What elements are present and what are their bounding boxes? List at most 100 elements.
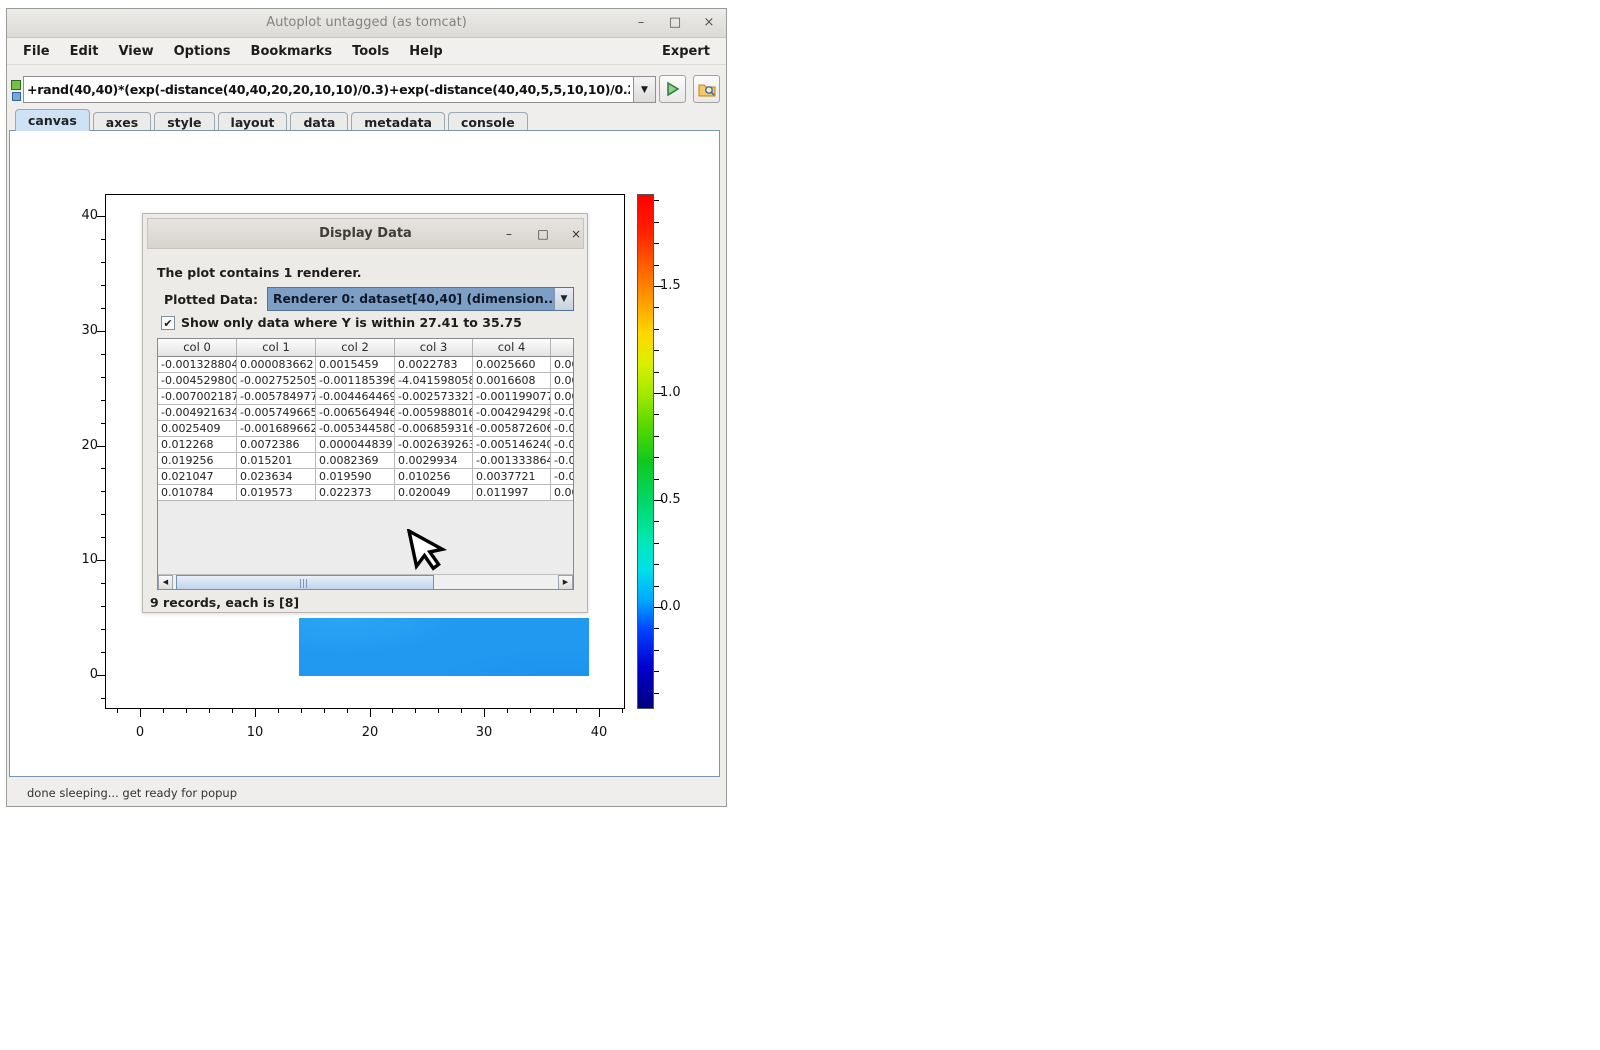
colorbar-tick <box>654 414 659 415</box>
uri-dropdown-icon[interactable]: ▼ <box>634 76 656 103</box>
table-header-col 2[interactable]: col 2 <box>316 339 395 356</box>
table-cell: -0.002573321... <box>395 389 473 404</box>
y-tick <box>101 400 105 401</box>
tab-data[interactable]: data <box>290 112 348 131</box>
table-cell: 0.015201 <box>237 453 316 468</box>
table-cell: -0.004921634... <box>158 405 237 420</box>
table-cell: -0.001185396... <box>316 373 395 388</box>
menu-tools[interactable]: Tools <box>342 42 399 61</box>
menu-file[interactable]: File <box>13 42 60 61</box>
table-cell: 0.0016608 <box>473 373 551 388</box>
y-axis-label: 10 <box>62 552 98 568</box>
menu-edit[interactable]: Edit <box>60 42 109 61</box>
menu-options[interactable]: Options <box>164 42 241 61</box>
dialog-close-icon[interactable]: × <box>567 225 585 243</box>
table-row[interactable]: 0.0210470.0236340.0195900.0102560.003772… <box>158 469 573 485</box>
x-tick <box>324 709 325 713</box>
table-header-col 4[interactable]: col 4 <box>473 339 551 356</box>
table-header-col 1[interactable]: col 1 <box>237 339 316 356</box>
table-cell: 0.000044839 <box>316 437 395 452</box>
tab-canvas[interactable]: canvas <box>15 109 90 131</box>
table-row[interactable]: -0.004529800...-0.002752505...-0.0011853… <box>158 373 573 389</box>
minimize-icon[interactable]: – <box>632 14 650 32</box>
datasource-green-icon[interactable] <box>11 80 21 90</box>
maximize-icon[interactable]: □ <box>666 14 684 32</box>
table-row[interactable]: 0.0107840.0195730.0223730.0200490.011997… <box>158 485 573 501</box>
y-tick <box>101 606 105 607</box>
y-axis-label: 30 <box>62 323 98 339</box>
table-body: -0.001328804...0.0000836620.00154590.002… <box>158 357 573 501</box>
x-tick <box>278 709 279 713</box>
y-tick <box>101 354 105 355</box>
table-header-partial[interactable] <box>551 339 573 356</box>
menu-bookmarks[interactable]: Bookmarks <box>241 42 343 61</box>
x-tick <box>301 709 302 713</box>
scroll-left-icon[interactable]: ◀ <box>158 575 173 590</box>
y-tick <box>97 446 105 447</box>
dialog-maximize-icon[interactable]: □ <box>534 225 552 243</box>
x-tick <box>415 709 416 713</box>
y-tick <box>97 675 105 676</box>
tab-metadata[interactable]: metadata <box>351 112 445 131</box>
colorbar-tick <box>654 200 659 201</box>
table-row[interactable]: -0.004921634...-0.005749665...-0.0065649… <box>158 405 573 421</box>
colorbar-tick <box>654 372 659 373</box>
display-data-dialog: Display Data – □ × The plot contains 1 r… <box>142 213 588 613</box>
h-scrollbar: ◀ ▶ <box>158 574 573 589</box>
x-tick <box>186 709 187 713</box>
table-row[interactable]: 0.0025409-0.001689662...-0.005344580...-… <box>158 421 573 437</box>
tab-axes[interactable]: axes <box>93 112 151 131</box>
window-title: Autoplot untagged (as tomcat) <box>7 15 726 30</box>
table-cell: -0.004294298... <box>473 405 551 420</box>
scroll-right-icon[interactable]: ▶ <box>558 575 573 590</box>
table-row[interactable]: -0.007002187...-0.005784977...-0.0044644… <box>158 389 573 405</box>
menu-expert[interactable]: Expert <box>652 42 720 61</box>
dialog-minimize-icon[interactable]: – <box>500 225 518 243</box>
dialog-title-bar[interactable]: Display Data – □ × <box>147 218 584 249</box>
title-bar[interactable]: Autoplot untagged (as tomcat) – □ × <box>7 9 726 38</box>
app-window: Autoplot untagged (as tomcat) – □ × File… <box>6 8 727 807</box>
uri-input[interactable] <box>23 76 634 103</box>
table-header-row: col 0col 1col 2col 3col 4 <box>158 339 573 357</box>
x-tick <box>232 709 233 713</box>
go-button[interactable] <box>659 75 686 103</box>
table-cell: -0.005988016... <box>395 405 473 420</box>
table-cell: 0.0072386 <box>237 437 316 452</box>
y-tick <box>101 698 105 699</box>
scrollbar-grip-icon <box>300 579 309 588</box>
table-header-col 0[interactable]: col 0 <box>158 339 237 356</box>
plotted-data-combobox[interactable]: Renderer 0: dataset[40,40] (dimension...… <box>267 287 574 311</box>
table-cell: -0.004464469... <box>316 389 395 404</box>
menu-view[interactable]: View <box>108 42 163 61</box>
colorbar-tick <box>654 243 659 244</box>
colorbar-tick <box>654 586 659 587</box>
table-cell: 0.0029934 <box>395 453 473 468</box>
table-header-col 3[interactable]: col 3 <box>395 339 473 356</box>
table-cell: -0.001333864... <box>473 453 551 468</box>
table-cell: -0.001689662... <box>237 421 316 436</box>
colorbar-tick <box>654 671 659 672</box>
table-cell: -0.007002187... <box>158 389 237 404</box>
close-icon[interactable]: × <box>700 14 718 32</box>
tab-console[interactable]: console <box>448 112 528 131</box>
tab-bar: canvasaxesstylelayoutdatametadataconsole <box>7 109 726 131</box>
table-cell: 0.000083662 <box>237 357 316 372</box>
table-cell: 0.00 <box>551 373 573 388</box>
x-tick <box>599 709 600 717</box>
table-row[interactable]: -0.001328804...0.0000836620.00154590.002… <box>158 357 573 373</box>
datasource-blue-icon[interactable] <box>12 92 21 101</box>
table-cell: 0.023634 <box>237 469 316 484</box>
tab-layout[interactable]: layout <box>218 112 288 131</box>
table-cell: 0.0025660 <box>473 357 551 372</box>
x-tick <box>438 709 439 713</box>
table-row[interactable]: 0.0122680.00723860.000044839-0.002639263… <box>158 437 573 453</box>
scrollbar-thumb[interactable] <box>176 575 434 590</box>
inspect-uri-button[interactable] <box>693 75 720 103</box>
tab-style[interactable]: style <box>154 112 214 131</box>
x-tick <box>461 709 462 713</box>
filter-checkbox[interactable]: ✔ <box>161 316 175 330</box>
menu-help[interactable]: Help <box>399 42 452 61</box>
plot-canvas[interactable]: 0102030400102030400.00.51.01.5 Display D… <box>9 130 720 777</box>
table-row[interactable]: 0.0192560.0152010.00823690.0029934-0.001… <box>158 453 573 469</box>
address-toolbar: ▼ <box>7 65 726 109</box>
